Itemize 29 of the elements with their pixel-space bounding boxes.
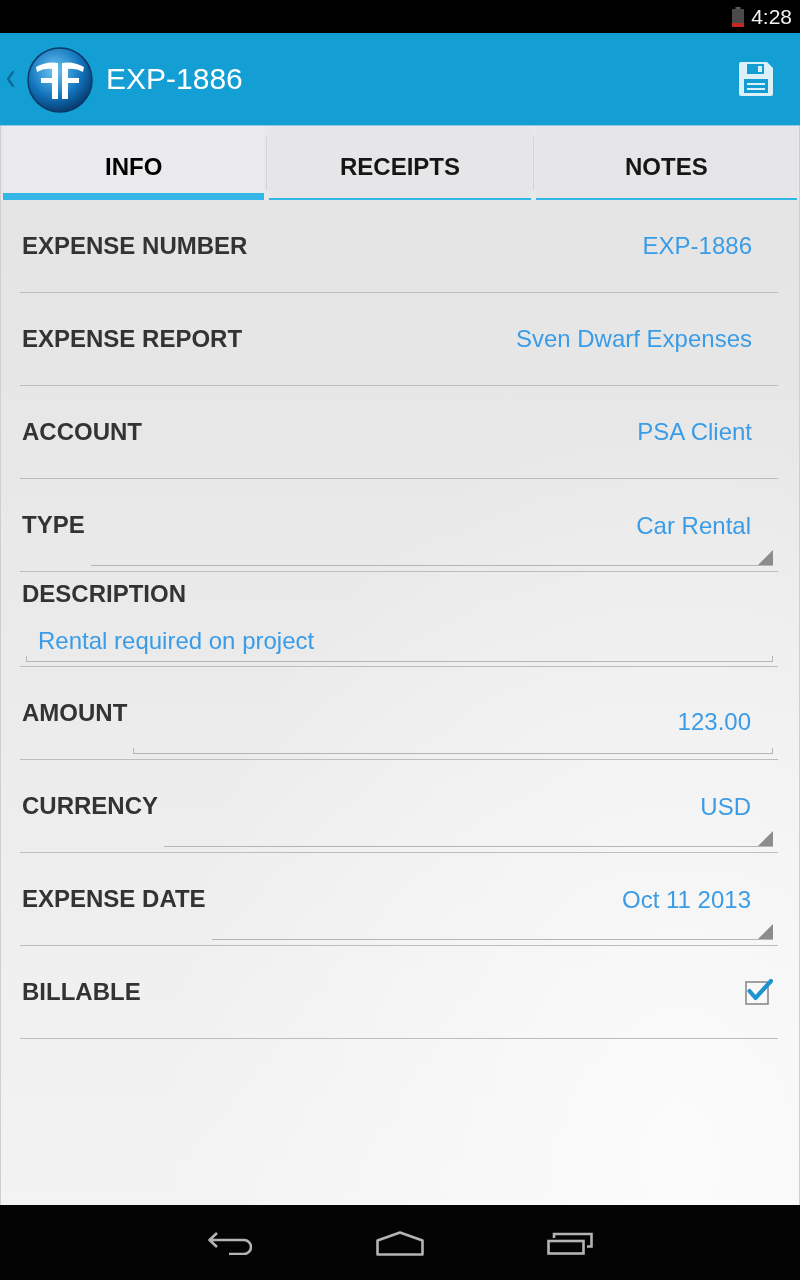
field-label: AMOUNT [22, 699, 128, 727]
field-value: EXP-1886 [642, 232, 753, 260]
field-label: BILLABLE [22, 978, 141, 1006]
status-time: 4:28 [751, 4, 792, 29]
text-input[interactable]: Rental required on project [26, 621, 773, 662]
checkbox[interactable] [745, 977, 773, 1005]
dropdown-corner-icon [758, 550, 773, 565]
field-label: EXPENSE DATE [22, 885, 206, 913]
field-value: Sven Dwarf Expenses [515, 325, 753, 353]
dropdown-corner-icon [758, 924, 773, 939]
home-icon[interactable] [376, 1230, 424, 1256]
dropdown-field[interactable]: Car Rental [90, 479, 773, 566]
app-logo-icon[interactable] [27, 47, 93, 113]
dropdown-field[interactable]: USD [164, 760, 773, 847]
dropdown-corner-icon [758, 831, 773, 846]
battery-icon [732, 7, 745, 27]
recent-apps-icon[interactable] [547, 1231, 593, 1255]
field-label: DESCRIPTION [22, 580, 186, 608]
number-input[interactable]: 123.00 [133, 667, 773, 754]
back-icon[interactable] [208, 1231, 252, 1255]
field-label: CURRENCY [22, 792, 158, 820]
field-label: EXPENSE NUMBER [22, 232, 248, 260]
field-value: PSA Client [637, 418, 753, 446]
dropdown-field[interactable]: Oct 11 2013 [211, 853, 773, 940]
field-label: TYPE [22, 511, 85, 539]
save-icon[interactable] [739, 62, 773, 96]
screen-title: EXP-1886 [106, 61, 243, 97]
field-label: EXPENSE REPORT [22, 325, 243, 353]
field-label: ACCOUNT [22, 418, 142, 446]
